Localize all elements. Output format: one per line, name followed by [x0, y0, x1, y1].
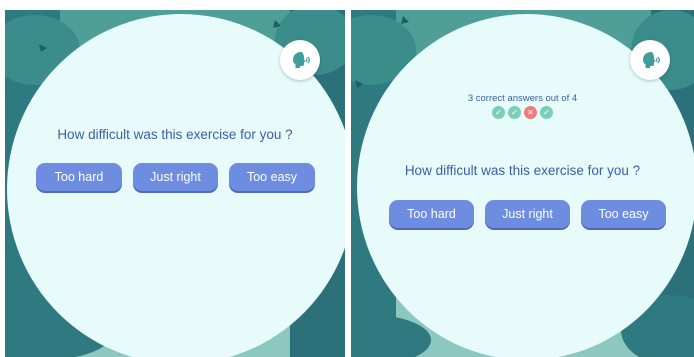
too-hard-button[interactable]: Too hard: [36, 163, 122, 191]
correct-check-icon: ✓: [540, 106, 553, 119]
difficulty-buttons: Too hard Just right Too easy: [5, 163, 345, 191]
too-easy-button[interactable]: Too easy: [229, 163, 315, 191]
read-aloud-button[interactable]: [630, 40, 670, 80]
difficulty-question: How difficult was this exercise for you …: [57, 127, 293, 142]
feedback-panel-left: How difficult was this exercise for you …: [5, 10, 345, 357]
speaking-head-icon: [643, 52, 660, 68]
just-right-button[interactable]: Just right: [485, 200, 570, 228]
difficulty-buttons: Too hard Just right Too easy: [351, 200, 694, 228]
correct-check-icon: ✓: [508, 106, 521, 119]
wrong-cross-icon: ✕: [524, 106, 537, 119]
correct-check-icon: ✓: [492, 106, 505, 119]
difficulty-question: How difficult was this exercise for you …: [404, 163, 641, 178]
feedback-panel-right: 3 correct answers out of 4 ✓ ✓ ✕ ✓ How d…: [351, 10, 694, 357]
score-summary: 3 correct answers out of 4: [467, 93, 578, 104]
answer-results: ✓ ✓ ✕ ✓: [351, 106, 694, 119]
speaking-head-icon: [293, 52, 310, 68]
too-hard-button[interactable]: Too hard: [389, 200, 474, 228]
read-aloud-button[interactable]: [280, 40, 320, 80]
too-easy-button[interactable]: Too easy: [581, 200, 666, 228]
just-right-button[interactable]: Just right: [133, 163, 218, 191]
